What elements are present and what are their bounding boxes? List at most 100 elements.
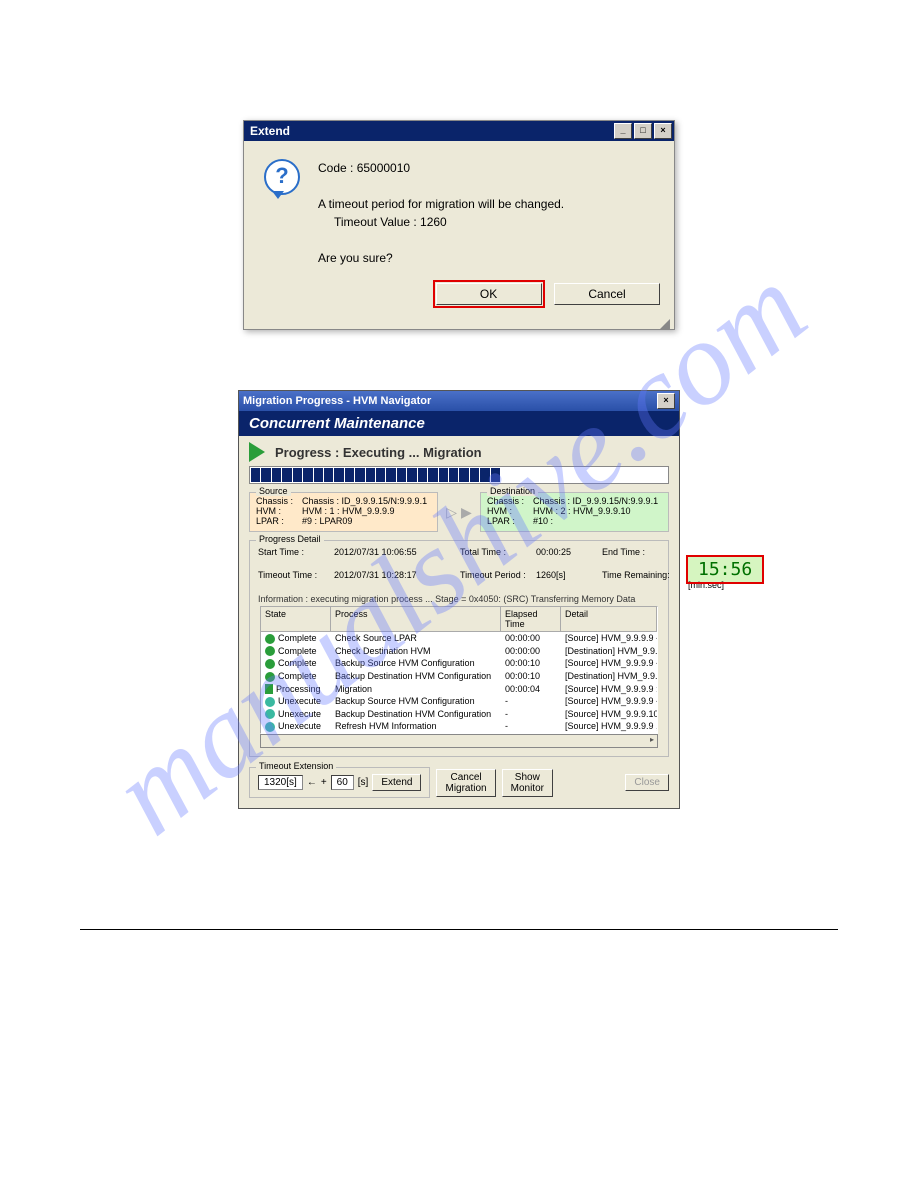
col-state[interactable]: State [261,607,331,631]
src-hvm-v: HVM : 1 : HVM_9.9.9.9 [302,506,395,516]
row-elapsed: - [501,695,561,708]
dest-title: Destination [487,486,538,496]
plus-label: + [321,777,327,788]
table-row[interactable]: Complete Backup Destination HVM Configura… [261,670,657,683]
close-button[interactable]: × [654,123,672,139]
total-time-v: 00:00:25 [536,547,596,557]
row-process: Backup Source HVM Configuration [331,695,501,708]
progress-detail-group: Progress Detail Start Time : 2012/07/31 … [249,540,669,757]
show-monitor-button[interactable]: Show Monitor [502,769,553,797]
cancel-migration-button[interactable]: Cancel Migration [436,769,495,797]
code-label: Code : 65000010 [318,159,564,177]
row-detail: [Destination] HVM_9.9.9.10 - Backup [561,670,657,683]
row-state: Complete [278,646,317,656]
close-button[interactable]: × [657,393,675,409]
row-detail: [Source] HVM_9.9.9.9 , [Destination] [561,720,657,733]
left-arrow-icon: ← [307,777,317,788]
migration-progress-window: Migration Progress - HVM Navigator × Con… [238,390,680,809]
row-state: Complete [278,658,317,668]
dst-lpar-k: LPAR : [487,516,533,526]
extend-button[interactable]: Extend [372,774,421,791]
row-process: Check Source LPAR [331,632,501,645]
timeout-extension-group: Timeout Extension 1320[s] ← + 60 [s] Ext… [249,767,430,798]
col-process[interactable]: Process [331,607,501,631]
check-icon [265,659,275,669]
row-detail: [Source] HVM_9.9.9.9 - Migration Ex [561,632,657,645]
destination-panel: Destination Chassis :Chassis : ID_9.9.9.… [480,492,669,532]
row-detail: [Source] HVM_9.9.9.9 : LPAR09 => [561,683,657,696]
message-confirm: Are you sure? [318,249,564,267]
table-row[interactable]: UnexecuteBackup Destination HVM Configur… [261,708,657,721]
check-icon [265,634,275,644]
row-detail: [Source] HVM_9.9.9.9 - Backup HVM [561,657,657,670]
row-elapsed: - [501,720,561,733]
row-elapsed: 00:00:00 [501,632,561,645]
scroll-right-button[interactable]: ▸ [260,734,658,748]
row-state: Processing [276,684,321,694]
table-row[interactable]: CompleteBackup Source HVM Configuration0… [261,657,657,670]
check-icon [265,646,275,656]
information-line: Information : executing migration proces… [258,594,660,604]
row-elapsed: 00:00:10 [501,670,561,683]
ext-spin-input[interactable]: 60 [331,775,354,790]
message-line1: A timeout period for migration will be c… [318,195,564,213]
cancel-button[interactable]: Cancel [554,283,660,305]
start-time-v: 2012/07/31 10:06:55 [334,547,454,557]
process-table: State Process Elapsed Time Detail Comple… [260,606,658,734]
row-process: Refresh HVM Information [331,720,501,733]
row-state: Unexecute [278,696,321,706]
row-detail: [Source] HVM_9.9.9.9 - Backup HVM [561,695,657,708]
play-icon [265,684,273,694]
progress-status-label: Progress : Executing ... Migration [275,445,482,460]
table-row[interactable]: CompleteCheck Source LPAR00:00:00[Source… [261,632,657,645]
ok-button[interactable]: OK [436,283,542,305]
total-time-k: Total Time : [460,547,530,557]
page-footer-rule [80,929,838,940]
row-state: Unexecute [278,721,321,731]
progress-header: Concurrent Maintenance [239,411,679,436]
row-process: Backup Destination HVM Configuration [331,670,501,683]
row-detail: [Source] HVM_9.9.9.10 - Backup [561,708,657,721]
progress-titlebar: Migration Progress - HVM Navigator × [239,391,679,411]
dialog-title: Extend [246,124,612,138]
check-icon [265,672,275,682]
ext-unit: [s] [358,777,369,788]
message-line2: Timeout Value : 1260 [318,213,564,231]
pending-icon [265,697,275,707]
detail-title: Progress Detail [256,534,324,544]
src-lpar-k: LPAR : [256,516,302,526]
table-row[interactable]: CompleteCheck Destination HVM00:00:00[De… [261,645,657,658]
timeout-time-v: 2012/07/31 10:28:17 [334,570,454,580]
resize-grip-icon[interactable]: ◢ [244,319,674,329]
close-button: Close [625,774,669,791]
row-state: Unexecute [278,709,321,719]
time-remaining-unit: [min:sec] [688,580,724,590]
row-elapsed: 00:00:00 [501,645,561,658]
ext-title: Timeout Extension [256,761,336,771]
time-remaining-k: Time Remaining: [602,570,682,580]
transfer-arrow-icon: ▷ ▶ [444,492,474,532]
progress-title: Migration Progress - HVM Navigator [243,395,655,407]
timeout-period-k: Timeout Period : [460,570,530,580]
table-row[interactable]: Unexecute Backup Source HVM Configuration… [261,695,657,708]
src-hvm-k: HVM : [256,506,302,516]
maximize-button[interactable]: □ [634,123,652,139]
dst-chassis-v: Chassis : ID_9.9.9.15/N:9.9.9.1 [533,496,658,506]
time-remaining-value: 15:56 [688,557,762,582]
row-elapsed: 00:00:04 [501,683,561,696]
table-row[interactable]: Unexecute Refresh HVM Information-[Source… [261,720,657,733]
timeout-time-k: Timeout Time : [258,570,328,580]
row-state: Complete [278,671,317,681]
dst-lpar-v: #10 : [533,516,553,526]
row-process: Migration [331,683,501,696]
table-row[interactable]: Processing Migration00:00:04[Source] HVM_… [261,683,657,696]
source-panel: Source Chassis :Chassis : ID_9.9.9.15/N:… [249,492,438,532]
start-time-k: Start Time : [258,547,328,557]
col-detail[interactable]: Detail [561,607,657,631]
row-process: Check Destination HVM [331,645,501,658]
question-icon: ? [264,159,300,195]
extend-dialog: Extend _ □ × ? Code : 65000010 A timeout… [243,120,675,330]
pending-icon [265,709,275,719]
minimize-button[interactable]: _ [614,123,632,139]
col-elapsed[interactable]: Elapsed Time [501,607,561,631]
